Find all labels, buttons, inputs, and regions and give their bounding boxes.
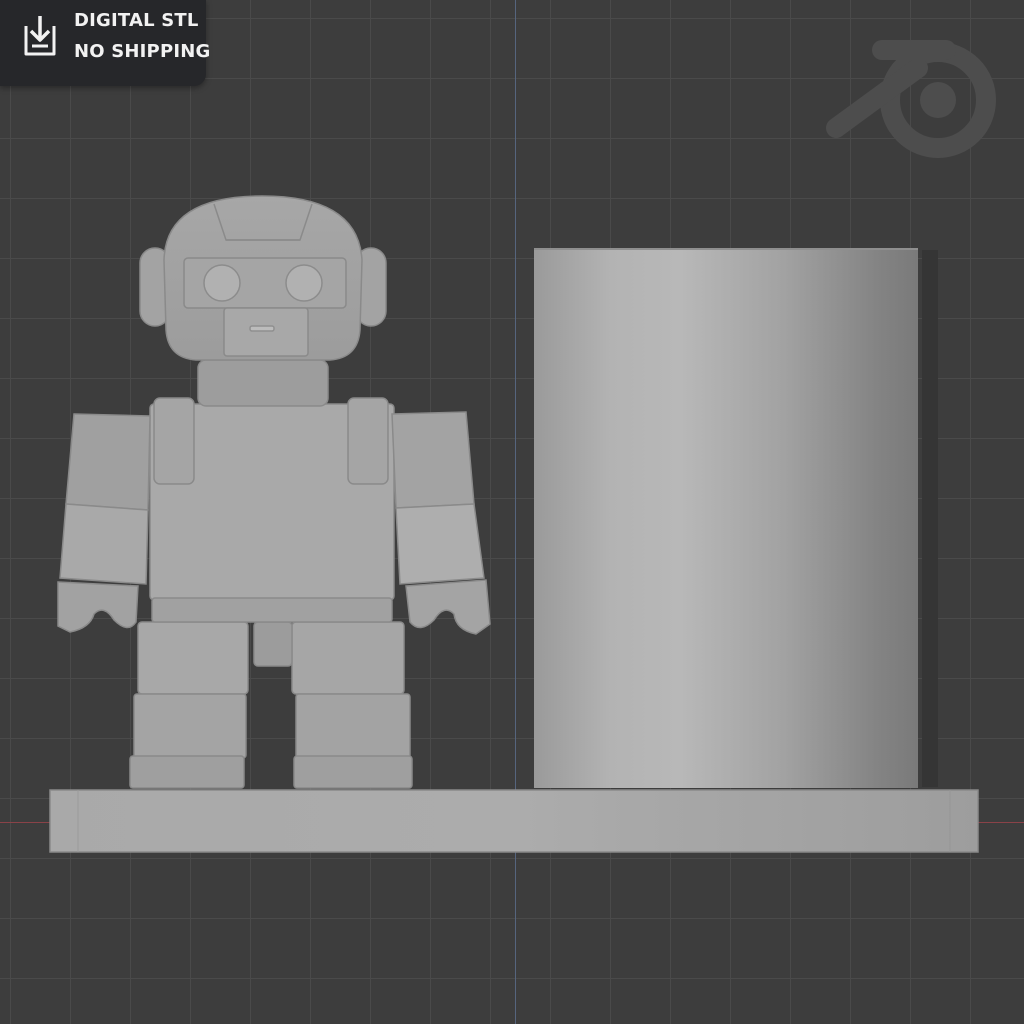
3d-viewport[interactable]: DIGITAL STL NO SHIPPING — [0, 0, 1024, 1024]
digital-stl-badge: DIGITAL STL NO SHIPPING — [0, 0, 210, 86]
robot-figure — [57, 195, 491, 789]
badge-subtitle: NO SHIPPING — [74, 41, 211, 62]
cylinder-cup — [534, 248, 938, 788]
base-plate — [49, 789, 979, 853]
model-scene[interactable] — [0, 0, 1024, 1024]
download-icon — [24, 16, 56, 56]
badge-title: DIGITAL STL — [74, 10, 199, 31]
